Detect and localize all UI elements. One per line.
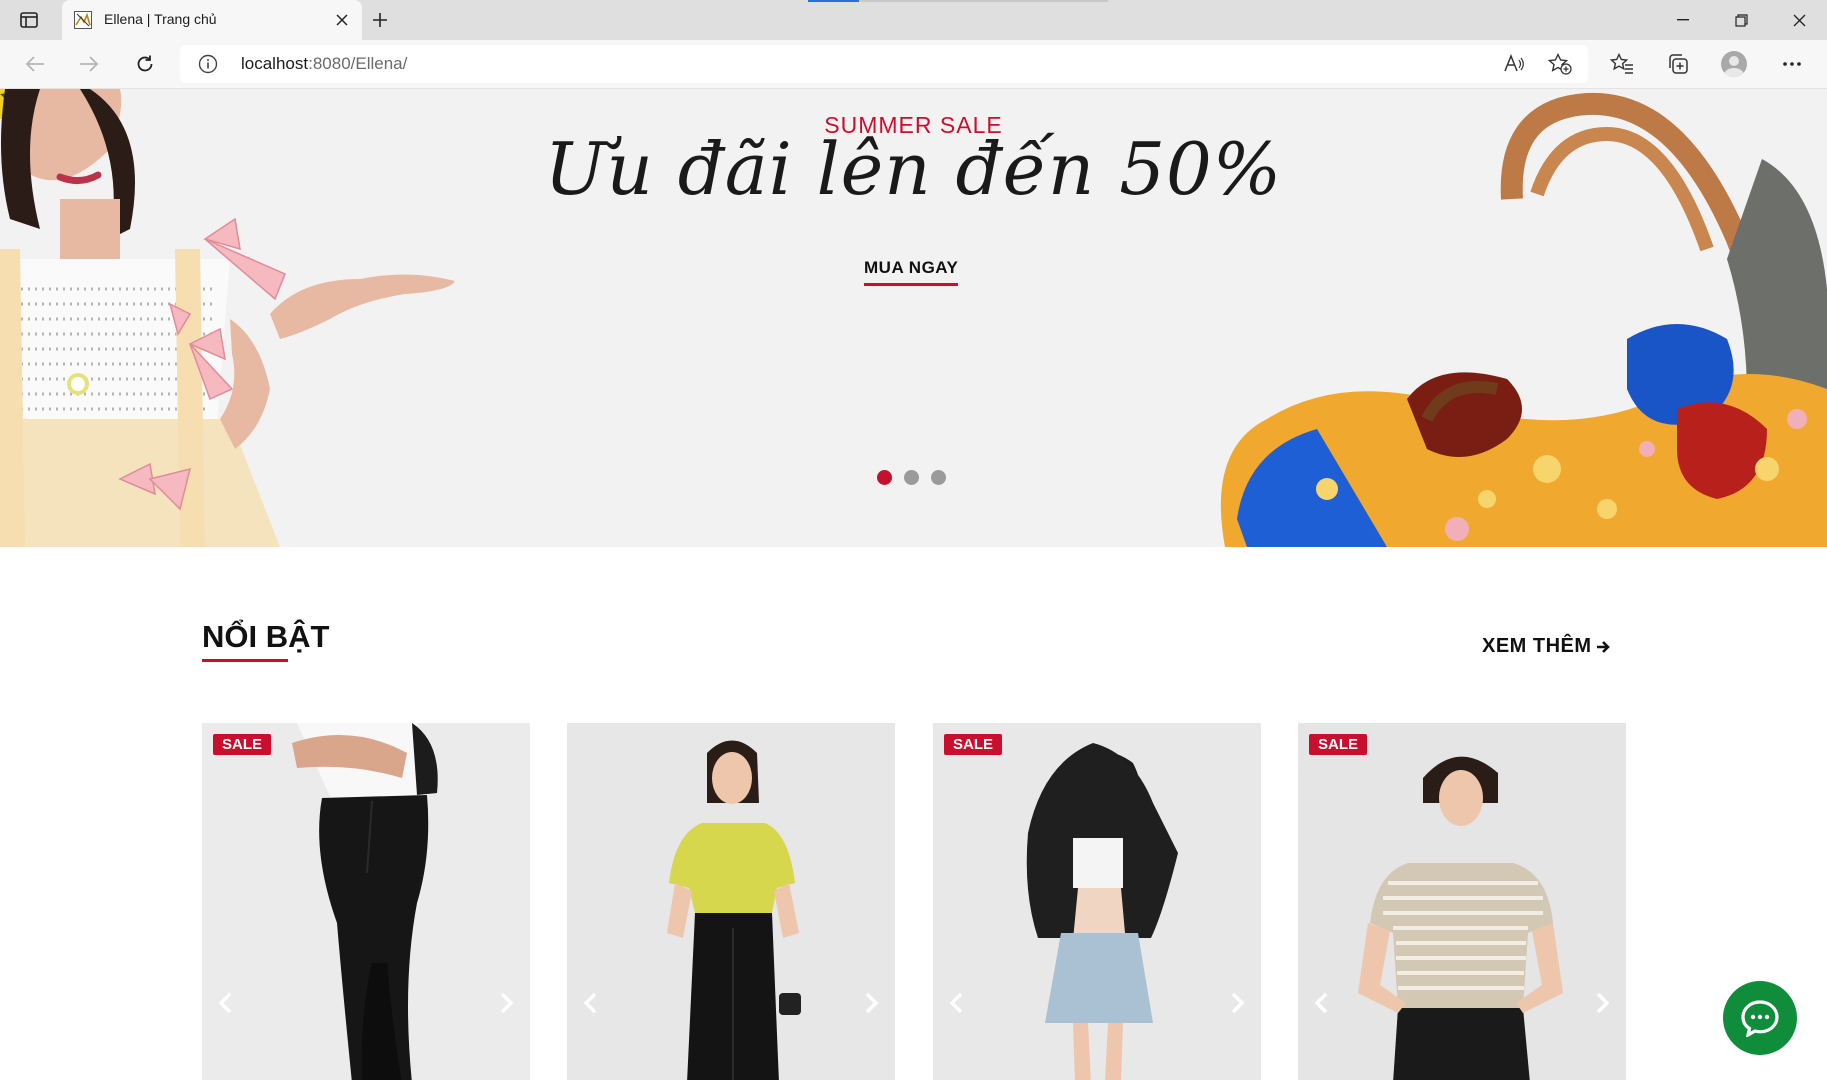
refresh-icon[interactable] bbox=[128, 48, 162, 80]
product-card[interactable] bbox=[567, 723, 895, 1080]
restore-icon[interactable] bbox=[1713, 0, 1769, 40]
tab-actions-icon[interactable] bbox=[14, 8, 44, 32]
browser-toolbar: localhost:8080/Ellena/ bbox=[0, 40, 1827, 89]
hero-title: Ưu đãi lên đến 50% bbox=[544, 127, 1283, 211]
slider-dot[interactable] bbox=[904, 470, 919, 485]
next-image-arrow[interactable] bbox=[1225, 985, 1251, 1021]
url-host: localhost bbox=[241, 54, 309, 73]
prev-image-arrow[interactable] bbox=[943, 985, 969, 1021]
slider-dots bbox=[877, 470, 946, 485]
collections-icon[interactable] bbox=[1661, 48, 1695, 80]
prev-image-arrow[interactable] bbox=[212, 985, 238, 1021]
product-card[interactable]: SALE bbox=[1298, 723, 1626, 1080]
product-card[interactable]: SALE bbox=[933, 723, 1261, 1080]
tab-loading-fill bbox=[808, 0, 859, 2]
close-tab-icon[interactable] bbox=[330, 8, 354, 32]
next-image-arrow[interactable] bbox=[494, 985, 520, 1021]
read-aloud-icon[interactable] bbox=[1500, 51, 1528, 77]
featured-section-title: NỔI BẬT bbox=[202, 619, 330, 654]
more-menu-icon[interactable] bbox=[1775, 48, 1809, 80]
slider-dot[interactable] bbox=[877, 470, 892, 485]
hero-banner: SUMMER SALE Ưu đãi lên đến 50% MUA NGAY bbox=[0, 89, 1827, 547]
prev-image-arrow[interactable] bbox=[1308, 985, 1334, 1021]
product-image bbox=[933, 723, 1261, 1080]
profile-avatar[interactable] bbox=[1717, 48, 1751, 80]
tab-loading-bar bbox=[808, 0, 1108, 2]
see-more-label: XEM THÊM bbox=[1482, 635, 1592, 657]
messenger-chat-icon bbox=[1741, 1000, 1779, 1037]
profile-icon bbox=[1721, 51, 1747, 77]
site-info-icon[interactable] bbox=[198, 54, 218, 78]
next-image-arrow[interactable] bbox=[859, 985, 885, 1021]
shop-now-button[interactable]: MUA NGAY bbox=[864, 258, 959, 286]
forward-icon[interactable] bbox=[72, 48, 106, 80]
add-favorite-icon[interactable] bbox=[1546, 51, 1574, 77]
sale-badge: SALE bbox=[944, 734, 1003, 755]
product-card[interactable]: SALE bbox=[202, 723, 530, 1080]
web-page: SUMMER SALE Ưu đãi lên đến 50% MUA NGAY … bbox=[0, 89, 1827, 1080]
sale-badge: SALE bbox=[1309, 734, 1368, 755]
new-tab-icon[interactable] bbox=[366, 6, 394, 34]
next-image-arrow[interactable] bbox=[1590, 985, 1616, 1021]
product-image bbox=[567, 723, 895, 1080]
product-image bbox=[202, 723, 530, 1080]
tab-title: Ellena | Trang chủ bbox=[104, 11, 217, 27]
url-path: :8080/Ellena/ bbox=[308, 54, 408, 73]
slider-dot[interactable] bbox=[931, 470, 946, 485]
product-image bbox=[1298, 723, 1626, 1080]
address-bar[interactable]: localhost:8080/Ellena/ bbox=[180, 45, 1588, 83]
title-underline bbox=[202, 659, 288, 662]
prev-image-arrow[interactable] bbox=[577, 985, 603, 1021]
chat-button[interactable] bbox=[1723, 981, 1797, 1055]
favorites-icon[interactable] bbox=[1605, 48, 1639, 80]
see-more-link[interactable]: XEM THÊM bbox=[1482, 635, 1612, 658]
minimize-icon[interactable] bbox=[1655, 0, 1711, 40]
back-icon[interactable] bbox=[18, 48, 52, 80]
favicon-icon bbox=[74, 11, 92, 29]
browser-titlebar: Ellena | Trang chủ bbox=[0, 0, 1827, 40]
sale-badge: SALE bbox=[213, 734, 272, 755]
browser-tab[interactable]: Ellena | Trang chủ bbox=[62, 0, 362, 40]
arrow-right-icon bbox=[1596, 640, 1610, 653]
url-text[interactable]: localhost:8080/Ellena/ bbox=[241, 54, 407, 74]
close-window-icon[interactable] bbox=[1771, 0, 1827, 40]
